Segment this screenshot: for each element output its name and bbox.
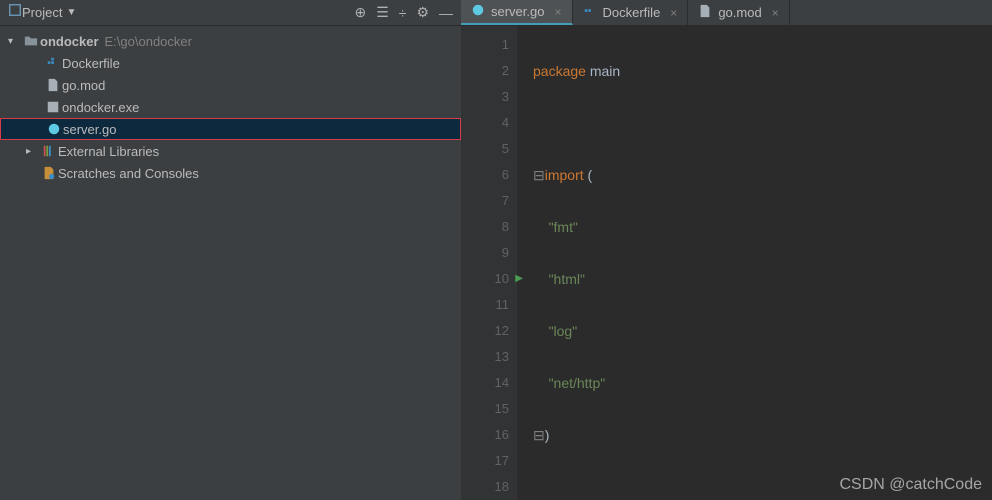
line-number: 5 — [461, 136, 509, 162]
line-number: 15 — [461, 396, 509, 422]
line-number: 16 — [461, 422, 509, 448]
tree-external-libs[interactable]: ▸ External Libraries — [0, 140, 461, 162]
close-icon[interactable]: × — [554, 5, 561, 19]
line-number: 12 — [461, 318, 509, 344]
tab-gomod[interactable]: go.mod × — [688, 0, 789, 25]
line-number: 10▶ — [461, 266, 509, 292]
gutter: 1 2 3 4 5 6 7 8 9 10▶ 11 12 13 14 15 16 … — [461, 26, 517, 500]
code-area[interactable]: 1 2 3 4 5 6 7 8 9 10▶ 11 12 13 14 15 16 … — [461, 26, 992, 500]
go-icon — [471, 3, 485, 20]
tree-item-exe[interactable]: ondocker.exe — [0, 96, 461, 118]
editor-tabs: server.go × Dockerfile × go.mod × — [461, 0, 992, 26]
tree-item-gomod[interactable]: go.mod — [0, 74, 461, 96]
exe-icon — [44, 100, 62, 114]
tree-scratches[interactable]: Scratches and Consoles — [0, 162, 461, 184]
run-icon[interactable]: ▶ — [515, 266, 523, 292]
tree-item-label: go.mod — [62, 78, 105, 93]
docker-icon — [44, 56, 62, 70]
line-number: 3 — [461, 84, 509, 110]
expand-icon[interactable]: ☰ — [376, 4, 389, 21]
line-number: 11 — [461, 292, 509, 318]
line-number: 1 — [461, 32, 509, 58]
project-icon — [8, 3, 22, 22]
collapse-icon[interactable]: ÷ — [399, 5, 407, 21]
tab-label: server.go — [491, 4, 544, 19]
tab-label: Dockerfile — [603, 5, 661, 20]
line-number: 6 — [461, 162, 509, 188]
tree-item-dockerfile[interactable]: Dockerfile — [0, 52, 461, 74]
chevron-down-icon: ▾ — [8, 36, 22, 47]
tree-item-servergo[interactable]: server.go — [0, 118, 461, 140]
watermark: CSDN @catchCode — [839, 476, 982, 494]
hide-icon[interactable]: — — [439, 5, 453, 21]
project-header: Project ▼ ⊕ ☰ ÷ ⚙ — — [0, 0, 461, 26]
editor-panel: server.go × Dockerfile × go.mod × 1 2 3 … — [461, 0, 992, 500]
go-icon — [45, 122, 63, 136]
line-number: 8 — [461, 214, 509, 240]
code-content[interactable]: package main ⊟import ( "fmt" "html" "log… — [517, 26, 992, 500]
close-icon[interactable]: × — [772, 6, 779, 20]
scratch-icon — [40, 166, 58, 180]
tree-item-label: server.go — [63, 122, 116, 137]
project-sidebar: Project ▼ ⊕ ☰ ÷ ⚙ — ▾ ondocker E:\go\ond… — [0, 0, 461, 500]
line-number: 13 — [461, 344, 509, 370]
folder-icon — [22, 34, 40, 48]
project-title[interactable]: Project — [22, 5, 62, 20]
file-icon — [698, 4, 712, 21]
file-icon — [44, 78, 62, 92]
select-opened-icon[interactable]: ⊕ — [354, 4, 366, 21]
line-number: 14 — [461, 370, 509, 396]
tree-item-label: ondocker.exe — [62, 100, 139, 115]
tree-item-label: Scratches and Consoles — [58, 166, 199, 181]
chevron-right-icon: ▸ — [26, 146, 40, 157]
tree-root-path: E:\go\ondocker — [105, 34, 192, 49]
line-number: 2 — [461, 58, 509, 84]
close-icon[interactable]: × — [670, 6, 677, 20]
line-number: 4 — [461, 110, 509, 136]
tab-dockerfile[interactable]: Dockerfile × — [573, 0, 689, 25]
gear-icon[interactable]: ⚙ — [416, 4, 429, 21]
tree-root-name: ondocker — [40, 34, 99, 49]
line-number: 7 — [461, 188, 509, 214]
project-tree: ▾ ondocker E:\go\ondocker Dockerfile go.… — [0, 26, 461, 188]
docker-icon — [583, 4, 597, 21]
line-number: 17 — [461, 448, 509, 474]
dropdown-icon[interactable]: ▼ — [66, 7, 76, 18]
tab-servergo[interactable]: server.go × — [461, 0, 573, 25]
line-number: 18 — [461, 474, 509, 500]
tab-label: go.mod — [718, 5, 761, 20]
tree-item-label: External Libraries — [58, 144, 159, 159]
tree-item-label: Dockerfile — [62, 56, 120, 71]
library-icon — [40, 144, 58, 158]
tree-root[interactable]: ▾ ondocker E:\go\ondocker — [0, 30, 461, 52]
line-number: 9 — [461, 240, 509, 266]
